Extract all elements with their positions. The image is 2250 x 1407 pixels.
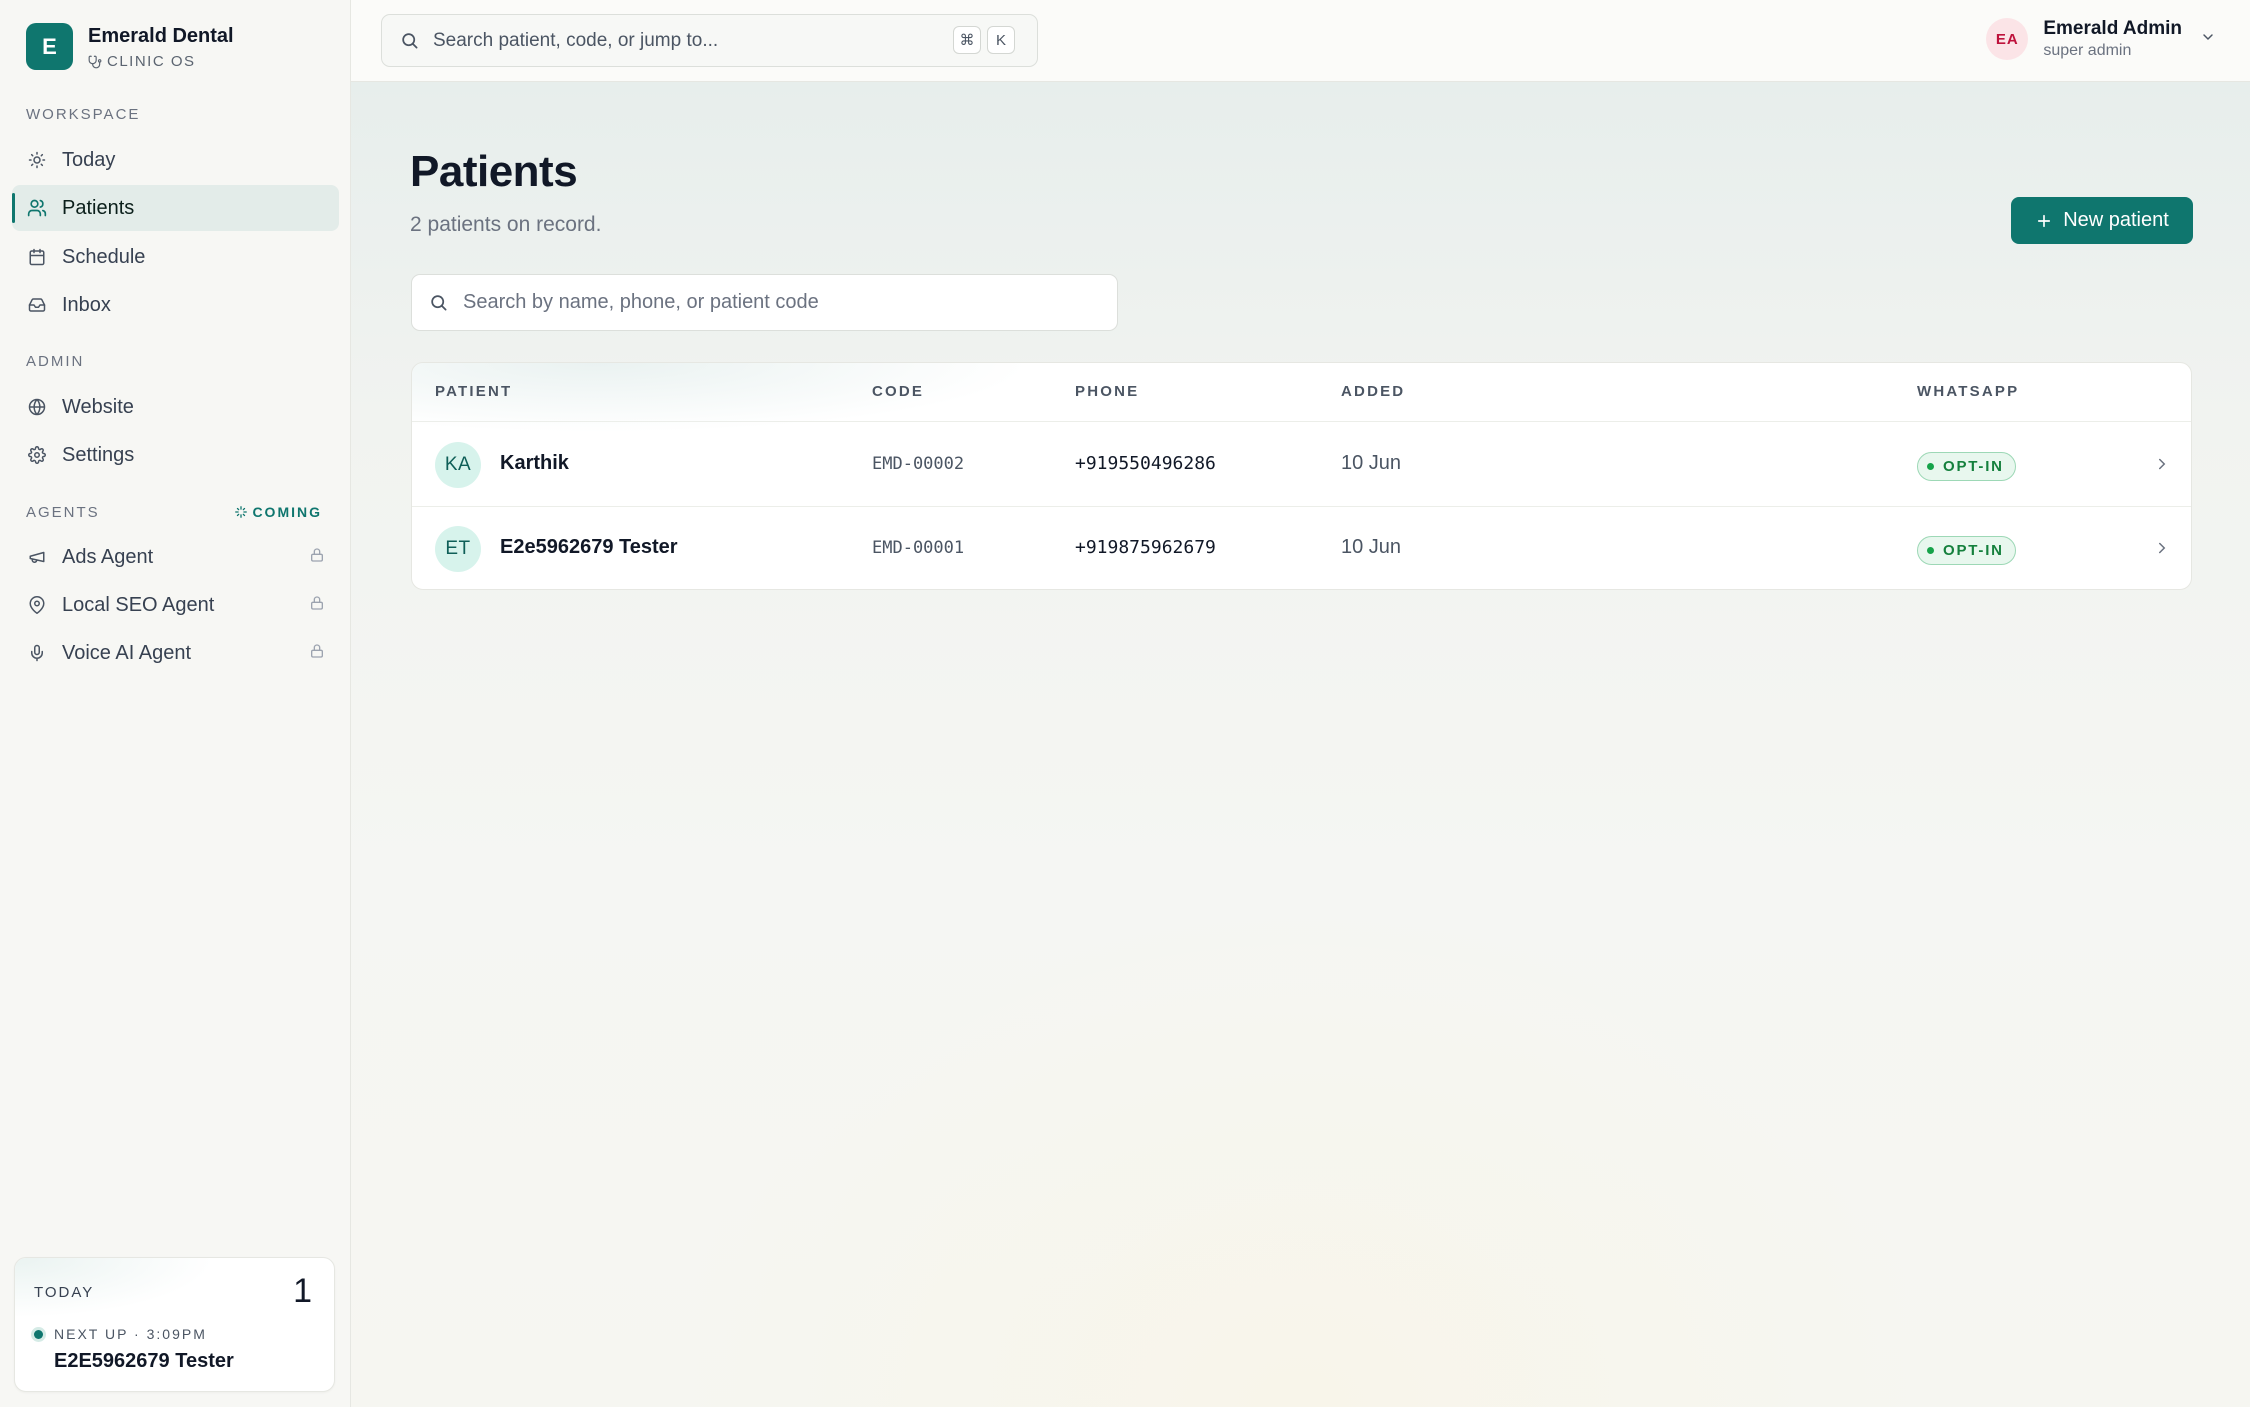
sidebar-item-label: Ads Agent [62,545,154,568]
column-header-patient[interactable]: PATIENT [435,383,512,400]
inbox-icon [26,294,48,316]
sidebar-item-ads-agent[interactable]: Ads Agent [12,534,339,580]
users-icon [26,197,48,219]
avatar: ET [435,526,481,572]
brand[interactable]: E Emerald Dental CLINIC OS [26,23,234,70]
calendar-icon [26,246,48,268]
status-dot [34,1329,43,1339]
user-menu[interactable]: EA Emerald Admin super admin [1986,17,2216,61]
patients-table: PATIENT CODE PHONE ADDED WHATSAPP KA Kar… [411,362,2192,590]
sidebar-item-label: Today [62,148,116,171]
today-card-count: 1 [293,1272,312,1310]
today-card-label: TODAY [34,1284,95,1301]
patient-name: E2e5962679 Tester [500,536,678,558]
sidebar-item-website[interactable]: Website [12,384,339,430]
brand-name: Emerald Dental [88,25,234,47]
column-header-code[interactable]: CODE [872,383,924,400]
search-icon [402,33,418,49]
table-header: PATIENT CODE PHONE ADDED WHATSAPP [412,363,2191,433]
whatsapp-status: OPT-IN [1943,542,2004,559]
shortcut-key-cmd: ⌘ [953,26,981,54]
user-name: Emerald Admin [2043,18,2182,39]
chevron-right-icon [2153,539,2171,562]
patient-code: EMD-00002 [872,454,965,474]
patient-phone: +919875962679 [1075,537,1216,558]
globe-icon [26,396,48,418]
next-up-patient: E2E5962679 Tester [54,1350,234,1372]
search-icon [431,295,447,311]
sidebar-item-label: Settings [62,443,135,466]
plus-icon [2038,214,2051,227]
map-pin-icon [26,594,48,616]
lock-icon [309,594,325,618]
patient-added-date: 10 Jun [1341,536,1402,558]
column-header-whatsapp[interactable]: WHATSAPP [1917,383,2019,400]
topbar: ⌘ K EA Emerald Admin super admin [351,0,2250,82]
avatar: EA [1986,18,2029,60]
patient-search-input[interactable] [463,291,1083,314]
sidebar-item-label: Website [62,395,134,418]
sidebar-item-today[interactable]: Today [12,137,339,183]
table-row[interactable]: KA Karthik EMD-00002 +919550496286 10 Ju… [412,423,2191,507]
patient-added-date: 10 Jun [1341,452,1402,474]
user-role: super admin [2043,42,2132,59]
patient-phone: +919550496286 [1075,453,1216,474]
new-patient-button[interactable]: New patient [2011,197,2193,244]
sidebar-item-label: Voice AI Agent [62,641,191,664]
whatsapp-status: OPT-IN [1943,458,2004,475]
sidebar-item-inbox[interactable]: Inbox [12,282,339,328]
patient-name: Karthik [500,452,569,474]
avatar: KA [435,442,481,488]
column-header-phone[interactable]: PHONE [1075,383,1139,400]
brand-logo: E [26,23,73,70]
status-dot [1927,547,1934,554]
coming-label: COMING [252,504,322,520]
sparkle-icon [235,506,248,518]
status-badge: OPT-IN [1917,536,2016,565]
workspace-section-label: WORKSPACE [26,106,141,123]
status-badge: OPT-IN [1917,452,2016,481]
sidebar-item-voice-ai-agent[interactable]: Voice AI Agent [12,630,339,676]
sidebar-item-local-seo-agent[interactable]: Local SEO Agent [12,582,339,628]
page-title: Patients [410,147,578,196]
lock-icon [309,546,325,570]
lock-icon [309,642,325,666]
agents-section-label: AGENTS [26,504,100,521]
brand-subtitle: CLINIC OS [107,53,196,70]
sidebar-item-label: Local SEO Agent [62,593,215,616]
next-up-time: NEXT UP · 3:09PM [54,1326,207,1342]
sidebar-item-label: Patients [62,196,135,219]
microphone-icon [26,642,48,664]
tooth-icon [88,55,102,68]
new-patient-label: New patient [2063,209,2169,231]
sun-icon [26,149,48,171]
sidebar: E Emerald Dental CLINIC OS WORKSPACE Tod… [0,0,351,1407]
patient-code: EMD-00001 [872,538,965,558]
page-subtitle: 2 patients on record. [410,213,602,236]
coming-badge: COMING [234,504,322,520]
megaphone-icon [26,546,48,568]
patient-search[interactable] [411,274,1118,331]
today-card[interactable]: TODAY 1 NEXT UP · 3:09PM E2E5962679 Test… [14,1257,335,1392]
status-dot [1927,463,1934,470]
sidebar-item-settings[interactable]: Settings [12,432,339,478]
table-row[interactable]: ET E2e5962679 Tester EMD-00001 +91987596… [412,507,2191,589]
global-search[interactable]: ⌘ K [381,14,1038,67]
sidebar-item-label: Inbox [62,293,111,316]
column-header-added[interactable]: ADDED [1341,383,1405,400]
shortcut-key-k: K [987,26,1015,54]
chevron-down-icon [2200,29,2216,50]
main-content: Patients 2 patients on record. New patie… [351,82,2250,1407]
sidebar-item-label: Schedule [62,245,146,268]
sidebar-item-schedule[interactable]: Schedule [12,234,339,280]
sidebar-item-patients[interactable]: Patients [12,185,339,231]
chevron-right-icon [2153,455,2171,478]
global-search-input[interactable] [433,29,933,52]
admin-section-label: ADMIN [26,353,85,370]
gear-icon [26,444,48,466]
